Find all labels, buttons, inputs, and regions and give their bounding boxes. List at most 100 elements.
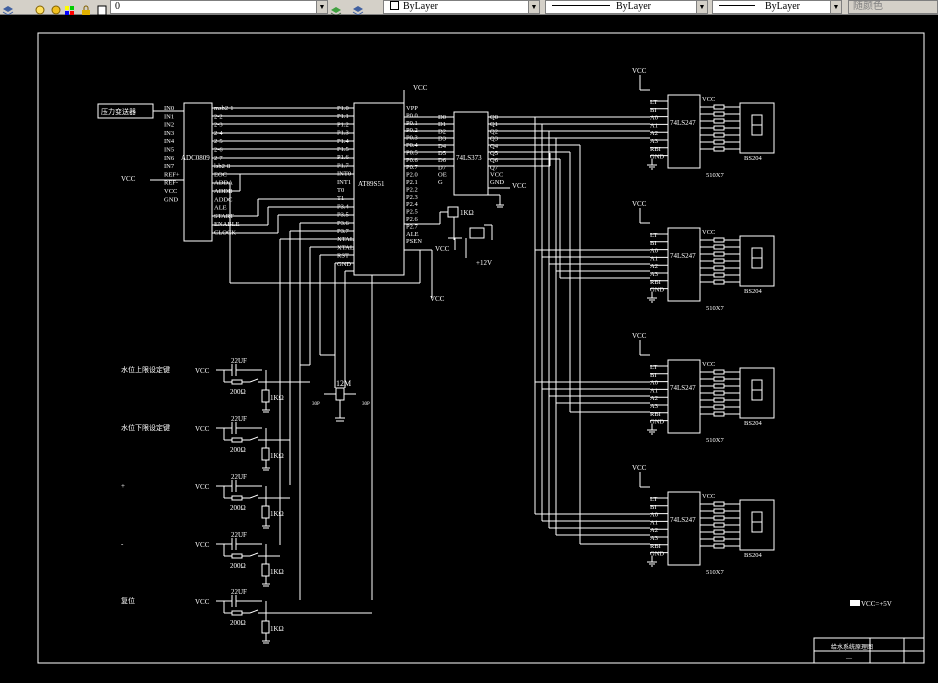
linetype-dropdown[interactable]: ByLayer ▼ [545,0,708,14]
decoder-pin-label: A1 [650,387,658,394]
lineweight-dropdown[interactable]: ByLayer ▼ [712,0,842,14]
display-bs204 [739,499,775,551]
mcu-pin-label: GND [337,261,351,268]
drawing-canvas[interactable]: 压力变送器 ADC0809 IN0 IN1 IN2 IN3 IN4 IN5 IN6 IN7 REF+… [0,15,938,679]
resistor-label: 1KΩ [270,625,284,633]
segment-resistor [713,237,725,243]
latch-pin-label: Q7 [490,164,499,171]
segment-resistor [713,146,725,152]
button-label: 复位 [121,596,135,605]
resistor-label: 1KΩ [270,394,284,402]
adc-chip [183,102,213,242]
resistor-label: 1KΩ [270,452,284,460]
color-swatch-icon[interactable] [64,1,76,15]
display-name: BS204 [744,288,762,295]
mcu-pin-label: P2.4 [406,201,418,208]
lightbulb-icon[interactable] [34,1,46,15]
mcu-pin-label: P3.7 [337,228,349,235]
plotstyle-dropdown[interactable]: 随颜色 [848,0,938,14]
button-label: 水位下限设定键 [121,423,170,432]
button-label: + [121,482,125,490]
decoder-pin-label: A0 [650,512,658,519]
title-block-sub: — [845,656,853,662]
adc-pin-label: ADDB [214,188,233,195]
button-wiring [279,222,373,600]
decoder-pin-label: A2 [650,395,658,402]
latch-pin-label: Q6 [490,157,499,164]
mcu-pin-label: P0.7 [406,164,418,171]
mcu-pin-label: PSEN [406,238,422,245]
latch-pin-label: D3 [438,136,446,143]
adc-pin-label: 2-4 [214,130,223,137]
chevron-down-icon[interactable]: ▼ [696,1,707,13]
layer-dropdown-value: 0 [115,1,120,12]
adc-pin-label: REF+ [164,171,180,178]
crystal-label: 12M [336,379,351,388]
adc-pin-label: ALE [214,205,227,212]
mcu-pin-label: P1.0 [337,105,349,112]
properties-toolbar: 0 ▼ ByLayer ▼ ByLayer ▼ ByLayer ▼ 随颜色 [0,0,938,17]
chevron-down-icon[interactable]: ▼ [316,1,327,13]
latch-pin-label: Q2 [490,128,498,135]
decoder-chip [667,491,701,566]
latch-pin-label: Q3 [490,136,498,143]
lock-icon[interactable] [80,1,92,15]
latch-chip-name: 74LS373 [456,154,482,162]
mcu-pin-label: P2.1 [406,179,418,186]
title-block-name: 给水系统原理图 [831,643,873,651]
layer-manager-icon[interactable] [2,1,14,16]
color-box-icon [390,1,399,10]
display-bs204 [739,102,775,154]
segment-resistor [713,132,725,138]
resistor-label: 200Ω [230,562,246,570]
segment-resistor [713,111,725,117]
adc-pin-label: ENABLE [214,221,240,228]
resistor-array-label: 510X7 [706,172,724,179]
decoder-pin-label: A3 [650,403,658,410]
chevron-down-icon[interactable]: ▼ [830,1,841,13]
vcc-label: VCC [195,598,210,606]
decoder-pin-label: VCC [702,229,715,236]
latch-pin-label: OE [438,172,447,179]
resistor-label: 200Ω [230,619,246,627]
segment-resistor [713,404,725,410]
segment-resistor [713,244,725,250]
sensor-label: 压力变送器 [101,107,136,116]
layer-dropdown[interactable]: 0 ▼ [110,0,328,14]
decoder-pin-label: A3 [650,271,658,278]
capacitor-label: 22UF [231,531,247,539]
button-resistor [231,437,243,443]
decoder-chip [667,94,701,169]
latch-pin-label: D7 [438,164,447,171]
mcu-pin-label: P3.4 [337,203,349,210]
resistor-label: 1KΩ [270,568,284,576]
segment-resistor [713,272,725,278]
segment-resistor [713,508,725,514]
mcu-pin-label: ALE [406,231,419,238]
layer-previous-icon[interactable] [352,1,364,16]
decoder-pin-label: GND [650,287,664,294]
lineweight-dropdown-value: ByLayer [765,1,800,12]
chevron-down-icon[interactable]: ▼ [528,1,539,13]
decoder-pin-label: VCC [702,96,715,103]
button-label: - [121,540,124,548]
decoder-pin-label: VCC [702,361,715,368]
adc-pin-label: IN1 [164,113,174,120]
sun-icon[interactable] [50,1,62,15]
mcu-pin-label: P1.1 [337,113,349,120]
mcu-pin-label: P2.2 [406,186,418,193]
display-name: BS204 [744,155,762,162]
adc-pin-label: CLOCK [214,230,236,237]
vcc-label: VCC [430,295,445,303]
decoder-pin-label: GND [650,154,664,161]
decoder-pin-label: BI [650,240,657,247]
make-current-layer-icon[interactable] [330,1,342,17]
decoder-pin-label: A2 [650,130,658,137]
latch-pin-label: GND [490,179,504,186]
segment-resistor [713,501,725,507]
decoder-pin-label: BI [650,372,657,379]
mcu-pin-label: T1 [337,195,344,202]
layer-color-box-icon [96,1,108,16]
button-resistor [261,505,270,519]
color-dropdown[interactable]: ByLayer ▼ [383,0,540,14]
